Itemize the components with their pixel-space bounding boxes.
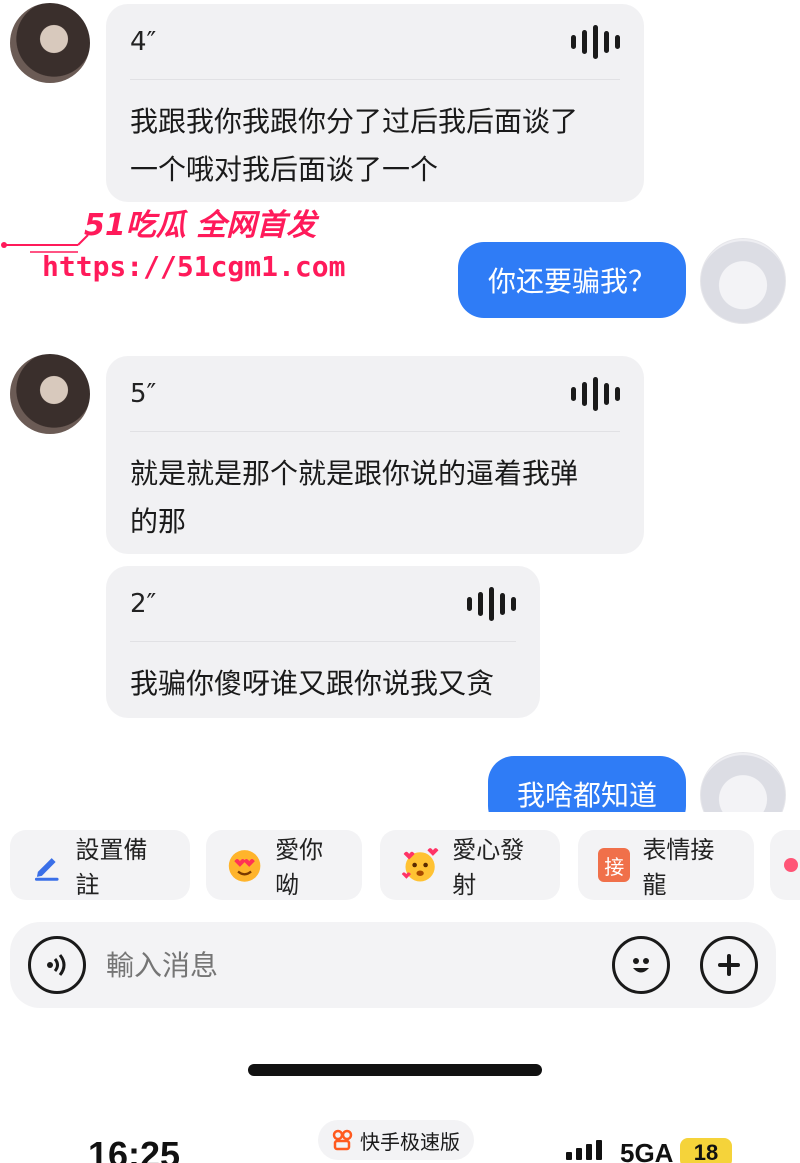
voice-transcript: 就是就是那个就是跟你说的逼着我弹 的那 (130, 450, 620, 546)
kuaishou-logo-icon (332, 1129, 353, 1151)
emoji-icon[interactable] (612, 936, 670, 994)
chip-more[interactable] (770, 830, 800, 900)
watermark-title: 51吃瓜 全网首发 (84, 208, 317, 243)
voice-message-card[interactable]: 4″ 我跟我你我跟你分了过后我后面谈了 一个哦对我后面谈了一个 (106, 4, 644, 202)
voice-transcript: 我跟我你我跟你分了过后我后面谈了 一个哦对我后面谈了一个 (130, 98, 620, 194)
signal-icon (566, 1140, 602, 1160)
waveform-icon (571, 376, 620, 412)
voice-transcript: 我骗你傻呀谁又跟你说我又贪 (130, 660, 516, 708)
outgoing-message-bubble[interactable]: 我啥都知道 (488, 756, 686, 812)
love-eyes-emoji-icon (228, 850, 261, 882)
chip-set-remark[interactable]: 設置備註 (10, 830, 190, 900)
chip-label: 設置備註 (75, 836, 148, 899)
voice-header: 2″ (130, 566, 516, 642)
app-name: 快手极速版 (360, 1129, 460, 1154)
voice-message-card[interactable]: 5″ 就是就是那个就是跟你说的逼着我弹 的那 (106, 356, 644, 554)
message-input-bar (10, 922, 776, 1008)
voice-header: 4″ (130, 4, 620, 80)
chip-heart-burst[interactable]: 愛心發射 (380, 830, 560, 900)
jie-badge-icon: 接 (598, 848, 631, 882)
heart-burst-emoji-icon (401, 848, 439, 882)
emoji-icon (784, 858, 798, 872)
transcript-line: 就是就是那个就是跟你说的逼着我弹 (130, 457, 579, 490)
chip-label: 表情接龍 (642, 836, 715, 899)
chip-emoji-chain[interactable]: 接 表情接龍 (578, 830, 754, 900)
message-input[interactable] (106, 940, 586, 990)
my-avatar-clip (700, 752, 786, 812)
voice-duration: 5″ (130, 378, 157, 409)
voice-input-icon[interactable] (28, 936, 86, 994)
chip-label: 愛心發射 (452, 836, 525, 899)
outgoing-message-bubble[interactable]: 你还要骗我？ (458, 242, 686, 318)
home-indicator (248, 1064, 542, 1076)
voice-header: 5″ (130, 356, 620, 432)
add-icon[interactable] (700, 936, 758, 994)
outgoing-message-clip: 我啥都知道 (488, 756, 686, 812)
chip-label: 愛你呦 (275, 836, 324, 899)
waveform-icon (467, 586, 516, 622)
chip-love-you[interactable]: 愛你呦 (206, 830, 362, 900)
contact-avatar[interactable] (10, 354, 90, 434)
my-avatar[interactable] (700, 752, 786, 812)
network-type: 5GA (620, 1138, 674, 1163)
transcript-line: 的那 (130, 505, 187, 538)
contact-avatar[interactable] (10, 3, 90, 83)
clock-time: 16:25 (88, 1134, 181, 1163)
pencil-icon (34, 858, 59, 881)
transcript-line: 我骗你傻呀谁又跟你说我又贪 (130, 667, 495, 700)
transcript-line: 一个哦对我后面谈了一个 (130, 153, 439, 186)
my-avatar[interactable] (700, 238, 786, 324)
battery-badge: 18 (680, 1138, 732, 1163)
app-indicator-pill[interactable]: 快手极速版 (318, 1120, 474, 1160)
voice-message-card[interactable]: 2″ 我骗你傻呀谁又跟你说我又贪 (106, 566, 540, 718)
voice-duration: 4″ (130, 26, 157, 57)
watermark: 51吃瓜 全网首发 https://51cgm1.com (0, 190, 345, 290)
watermark-url: https://51cgm1.com (42, 250, 346, 283)
transcript-line: 我跟我你我跟你分了过后我后面谈了 (130, 105, 579, 138)
waveform-icon (571, 24, 620, 60)
voice-duration: 2″ (130, 588, 157, 619)
